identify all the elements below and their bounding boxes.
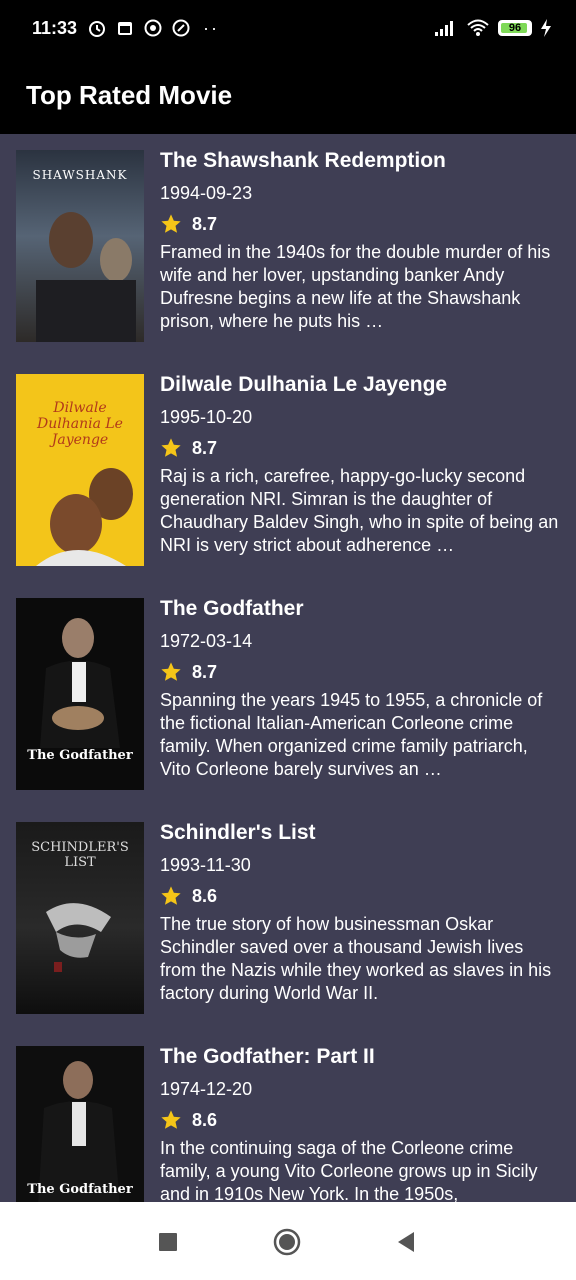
movie-poster: SCHINDLER'S LIST	[16, 822, 144, 1014]
movie-title: The Godfather	[160, 597, 304, 620]
poster-title: The Godfather	[27, 1182, 133, 1197]
charging-icon	[541, 19, 551, 37]
movie-poster: SHAWSHANK	[16, 150, 144, 342]
rating-value: 8.6	[192, 1109, 218, 1130]
movie-release-date: 1993-11-30	[160, 855, 251, 875]
movie-list[interactable]: SHAWSHANK The Shawshank Redemption 1994-…	[0, 134, 576, 1202]
home-circle-icon[interactable]	[273, 1228, 301, 1256]
sync-icon	[172, 19, 190, 37]
movie-title: Schindler's List	[160, 821, 316, 844]
star-icon	[161, 438, 181, 457]
back-triangle-icon[interactable]	[392, 1228, 420, 1256]
movie-rating: 8.7	[160, 660, 560, 684]
rating-value: 8.7	[192, 437, 218, 458]
movie-poster: The Godfather	[16, 598, 144, 790]
movie-release-date: 1974-12-20	[160, 1079, 253, 1099]
movie-rating: 8.6	[160, 884, 560, 908]
recents-square-icon[interactable]	[154, 1228, 182, 1256]
movie-title: The Godfather: Part II	[160, 1045, 375, 1068]
movie-item[interactable]: The Godfather The Godfather 1972-03-14 8…	[16, 597, 560, 790]
wifi-icon	[467, 19, 489, 36]
calendar-icon	[118, 22, 133, 35]
whatsapp-icon	[144, 19, 162, 37]
movie-item[interactable]: SCHINDLER'S LIST Schindler's List 1993-1…	[16, 821, 560, 1014]
movie-rating: 8.7	[160, 436, 560, 460]
rating-value: 8.6	[192, 885, 218, 906]
movie-item[interactable]: The Godfather The Godfather: Part II 197…	[16, 1045, 560, 1202]
battery-level: 96	[508, 22, 522, 34]
page-title: Top Rated Movie	[26, 79, 233, 110]
app-bar: Top Rated Movie	[0, 56, 576, 134]
movie-item[interactable]: SHAWSHANK The Shawshank Redemption 1994-…	[16, 149, 560, 342]
battery-icon: 96	[498, 20, 532, 36]
status-time: 11:33	[32, 17, 78, 38]
movie-poster: The Godfather	[16, 1046, 144, 1202]
movie-release-date: 1994-09-23	[160, 183, 253, 203]
rating-value: 8.7	[192, 213, 218, 234]
movie-poster: Dilwale Dulhania Le Jayenge	[16, 374, 144, 566]
star-icon	[161, 662, 181, 681]
movie-release-date: 1995-10-20	[160, 407, 253, 427]
star-icon	[161, 1110, 181, 1129]
rating-value: 8.7	[192, 661, 218, 682]
movie-release-date: 1972-03-14	[160, 631, 253, 651]
movie-item[interactable]: Dilwale Dulhania Le Jayenge Dilwale Dulh…	[16, 373, 560, 566]
movie-rating: 8.6	[160, 1108, 560, 1132]
movie-title: The Shawshank Redemption	[160, 149, 446, 172]
movie-rating: 8.7	[160, 212, 560, 236]
movie-title: Dilwale Dulhania Le Jayenge	[160, 373, 448, 396]
signal-icon	[435, 21, 453, 36]
alarm-icon	[89, 21, 106, 37]
navigation-bar	[0, 1202, 576, 1280]
poster-title: The Godfather	[27, 748, 133, 763]
movie-overview: Framed in the 1940s for the double murde…	[160, 242, 551, 331]
status-bar: 11:33 ·· 96	[0, 0, 576, 56]
star-icon	[161, 886, 181, 905]
movie-overview: In the continuing saga of the Corleone c…	[160, 1138, 538, 1202]
movie-overview: Spanning the years 1945 to 1955, a chron…	[160, 690, 543, 779]
more-dots-icon: ··	[203, 17, 220, 38]
movie-overview: The true story of how businessman Oskar …	[160, 914, 552, 1003]
star-icon	[161, 214, 181, 233]
movie-overview: Raj is a rich, carefree, happy-go-lucky …	[160, 466, 559, 555]
